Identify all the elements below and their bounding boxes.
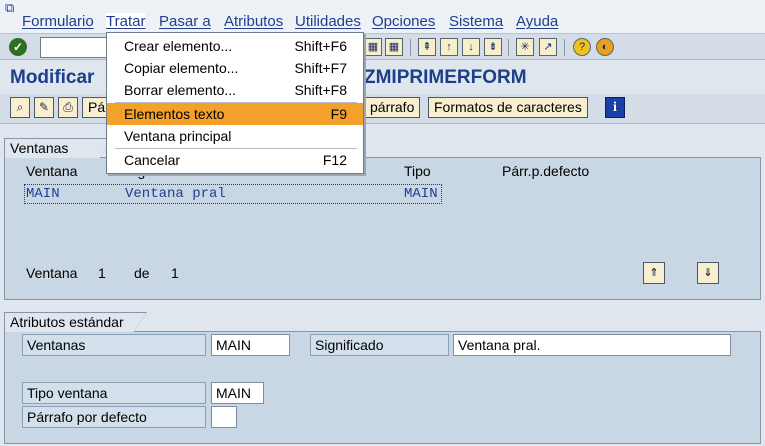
menu-tratar[interactable]: Tratar [106, 13, 146, 30]
menu-item-shortcut: Shift+F8 [294, 82, 347, 98]
print-icon[interactable]: ⎙ [58, 97, 78, 118]
menu-item-ventana-principal[interactable]: Ventana principal [107, 125, 363, 147]
page-down-icon[interactable]: ⇓ [697, 262, 719, 284]
parrafo-defecto-label: Párrafo por defecto [22, 406, 206, 428]
pager-total: 1 [171, 265, 179, 281]
layout-menu-icon[interactable]: ◐ [596, 38, 614, 56]
significado-label: Significado [310, 334, 449, 356]
next-page-icon[interactable]: ↓ [462, 38, 480, 56]
menu-item-borrar-elemento[interactable]: Borrar elemento... Shift+F8 [107, 79, 363, 101]
menu-item-elementos-texto[interactable]: Elementos texto F9 [107, 103, 363, 125]
toolbar-separator [564, 39, 565, 56]
menu-item-shortcut: F12 [322, 152, 347, 168]
menu-utilidades[interactable]: Utilidades [295, 13, 361, 30]
menu-item-shortcut: Shift+F6 [294, 38, 347, 54]
col-tipo: Tipo [404, 163, 431, 179]
display-icon[interactable]: ⌕ [10, 97, 30, 118]
menu-item-copiar-elemento[interactable]: Copiar elemento... Shift+F7 [107, 57, 363, 79]
toolbar-separator [410, 39, 411, 56]
form-name: ZMIPRIMERFORM [364, 67, 527, 88]
edit-icon[interactable]: ✎ [34, 97, 54, 118]
shortcut-icon[interactable]: ↗ [539, 38, 557, 56]
formatos-caracteres-button[interactable]: Formatos de caracteres [428, 97, 588, 118]
col-ventana: Ventana [26, 163, 78, 179]
pager-current: 1 [98, 265, 106, 281]
system-menu-icon[interactable]: ⧉ [5, 1, 19, 14]
row-tipo[interactable]: MAIN [404, 186, 438, 202]
info-icon[interactable]: i [605, 97, 625, 118]
significado-field[interactable]: Ventana pral. [453, 334, 731, 356]
menu-item-label: Crear elemento... [124, 38, 233, 54]
pager-of: de [134, 265, 150, 281]
menu-pasar-a[interactable]: Pasar a [159, 13, 211, 30]
menu-item-label: Copiar elemento... [124, 60, 239, 76]
tipo-ventana-field[interactable]: MAIN [211, 382, 264, 404]
previous-page-icon[interactable]: ↑ [440, 38, 458, 56]
help-icon[interactable]: ? [573, 38, 591, 56]
menu-item-shortcut: Shift+F7 [294, 60, 347, 76]
toolbar-separator [508, 39, 509, 56]
first-page-icon[interactable]: ⇞ [418, 38, 436, 56]
atributos-group-title: Atributos estándar [4, 312, 147, 333]
find-icon[interactable]: ▦ [364, 38, 382, 56]
pager-label: Ventana [26, 265, 78, 281]
row-significado[interactable]: Ventana pral [125, 186, 226, 202]
menu-item-crear-elemento[interactable]: Crear elemento... Shift+F6 [107, 35, 363, 57]
parrafo-defecto-field[interactable] [211, 406, 237, 428]
new-session-icon[interactable]: ✳ [516, 38, 534, 56]
menu-item-label: Elementos texto [124, 106, 225, 122]
page-up-icon[interactable]: ⇑ [643, 262, 665, 284]
menu-item-shortcut: F9 [330, 106, 347, 122]
tratar-dropdown-menu: Crear elemento... Shift+F6 Copiar elemen… [106, 32, 364, 174]
col-parrafo-defecto: Párr.p.defecto [502, 163, 590, 179]
menu-item-label: Borrar elemento... [124, 82, 237, 98]
tipo-ventana-label: Tipo ventana [22, 382, 206, 404]
menu-item-cancelar[interactable]: Cancelar F12 [107, 149, 363, 171]
last-page-icon[interactable]: ⇟ [484, 38, 502, 56]
ventanas-group-title: Ventanas [4, 138, 113, 159]
menu-atributos[interactable]: Atributos [224, 13, 283, 30]
menu-item-label: Cancelar [124, 152, 181, 168]
menu-opciones[interactable]: Opciones [372, 13, 435, 30]
ventanas-field[interactable]: MAIN [211, 334, 290, 356]
table-row[interactable] [24, 184, 442, 204]
row-ventana[interactable]: MAIN [26, 186, 60, 202]
menu-bar: ⧉ Formulario Tratar Pasar a Atributos Ut… [0, 0, 765, 34]
ventanas-label: Ventanas [22, 334, 206, 356]
page-title: Modificar [10, 67, 95, 88]
menu-formulario[interactable]: Formulario [22, 13, 94, 30]
command-field[interactable] [40, 37, 110, 58]
find-next-icon[interactable]: ▦ [385, 38, 403, 56]
menu-sistema[interactable]: Sistema [449, 13, 503, 30]
menu-item-label: Ventana principal [124, 128, 232, 144]
enter-icon[interactable]: ✓ [9, 38, 27, 56]
menu-ayuda[interactable]: Ayuda [516, 13, 558, 30]
parrafo-button[interactable]: párrafo [364, 97, 421, 118]
